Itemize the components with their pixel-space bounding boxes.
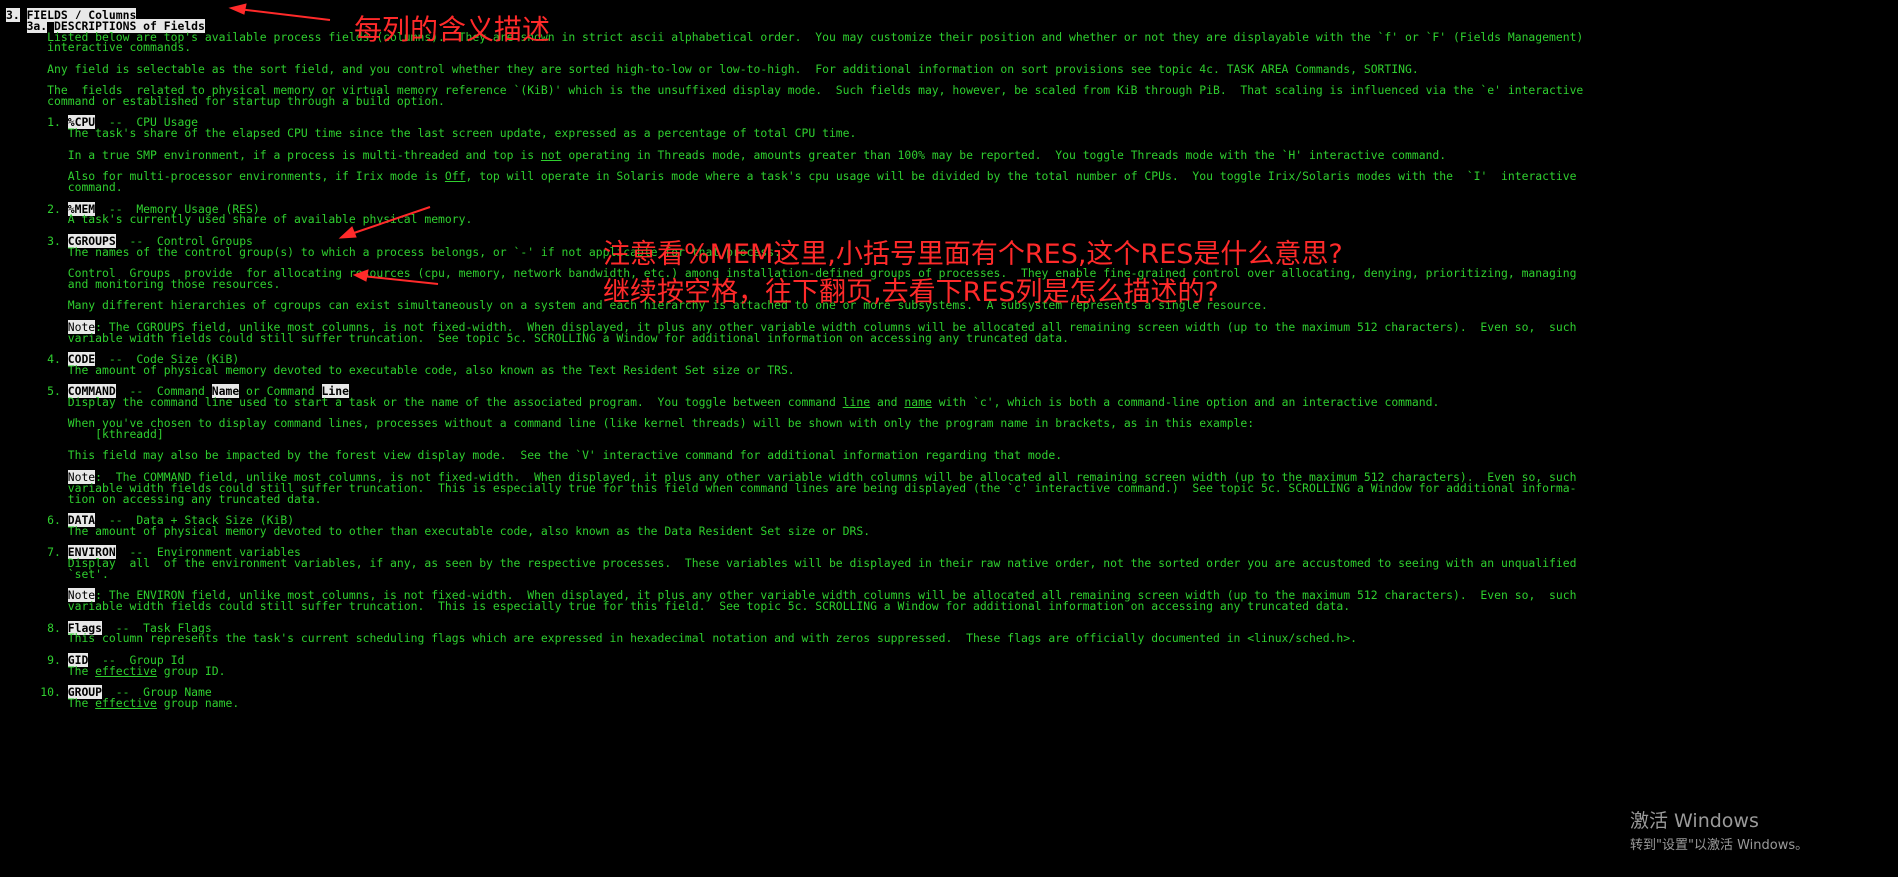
annotation-arrows: [228, 3, 439, 285]
arrow-line-2: [347, 206, 431, 236]
annotation-page-down-hint: 继续按空格，往下翻页,去看下RES列是怎么描述的?: [603, 277, 1219, 308]
windows-activation-subtitle: 转到"设置"以激活 Windows。: [1630, 838, 1809, 853]
annotation-columns-meaning: 每列的含义描述: [354, 13, 551, 46]
arrow-head-1: [228, 3, 247, 15]
arrow-line-1: [237, 8, 331, 21]
annotation-mem-res-question: 注意看%MEM这里,小括号里面有个RES,这个RES是什么意思?: [603, 239, 1343, 270]
arrow-line-3: [361, 275, 439, 285]
windows-activation-title: 激活 Windows: [1630, 810, 1759, 832]
arrow-head-2: [338, 226, 357, 239]
arrow-head-3: [352, 269, 369, 282]
